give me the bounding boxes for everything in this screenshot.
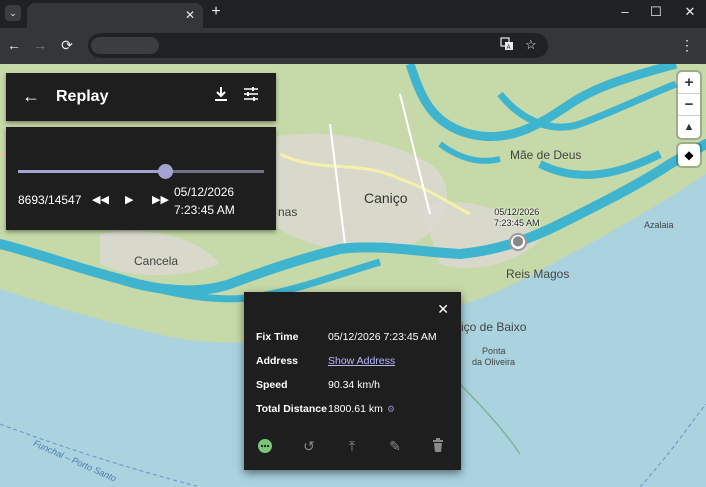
address-bar[interactable]: A ☆ — [88, 33, 548, 58]
replay-slider-thumb[interactable] — [158, 164, 174, 179]
marker-time: 7:23:45 AM — [494, 218, 540, 228]
tab-close-icon[interactable]: ✕ — [185, 8, 195, 22]
replay-refresh-icon[interactable]: ↺ — [300, 438, 318, 455]
position-marker-label: 05/12/2026 7:23:45 AM — [494, 207, 540, 229]
info-value: 1800.61 km — [328, 403, 383, 415]
browser-menu-icon[interactable]: ⋮ — [680, 37, 694, 54]
info-value-with-icon: 1800.61 km ⚙ — [328, 403, 395, 415]
translate-icon[interactable]: A — [500, 37, 514, 54]
zoom-in-button[interactable]: + — [678, 72, 700, 94]
browser-toolbar: ← → ⟳ A ☆ ⋮ — [0, 28, 706, 64]
publish-upload-icon[interactable]: ⤒ — [343, 438, 361, 455]
info-value: 05/12/2026 7:23:45 AM — [328, 331, 437, 343]
close-window-button[interactable]: ✕ — [682, 4, 698, 20]
edit-pencil-icon[interactable]: ✎ — [386, 438, 404, 455]
info-key: Fix Time — [256, 331, 299, 343]
map-label-mae-de-deus: Mãe de Deus — [510, 148, 582, 162]
tab-bar: ⌄ ✕ + – ☐ ✕ — [0, 0, 706, 28]
back-button[interactable]: ← — [6, 37, 22, 53]
map-label-azalaia: Azalaia — [644, 220, 674, 230]
back-arrow-icon[interactable]: ← — [22, 86, 40, 107]
map-label-canico-de-baixo: içо de Baixo — [461, 320, 527, 334]
download-icon[interactable] — [214, 86, 228, 107]
zoom-out-button[interactable]: − — [678, 94, 700, 116]
replay-time: 7:23:45 AM — [174, 203, 235, 217]
more-details-icon[interactable] — [256, 438, 274, 457]
info-key: Speed — [256, 379, 288, 391]
map-label-nas: nas — [278, 205, 298, 219]
compass-reset-button[interactable]: ▲ — [678, 116, 700, 138]
settings-gear-icon[interactable]: ⚙ — [387, 404, 395, 414]
maximize-button[interactable]: ☐ — [648, 4, 664, 20]
info-value: 90.34 km/h — [328, 379, 380, 391]
position-info-popup: ✕ Fix Time 05/12/2026 7:23:45 AM Address… — [244, 292, 461, 470]
replay-title: Replay — [56, 88, 109, 105]
reload-button[interactable]: ⟳ — [59, 37, 75, 54]
marker-date: 05/12/2026 — [494, 207, 540, 217]
replay-counter: 8693/14547 — [18, 193, 82, 207]
popup-actions: ↺ ⤒ ✎ — [244, 436, 461, 458]
zoom-control: + − ▲ — [678, 72, 700, 138]
replay-header: ← Replay — [6, 73, 276, 121]
map-label-reis-magos: Reis Magos — [506, 267, 570, 281]
close-icon[interactable]: ✕ — [437, 301, 449, 318]
info-key: Total Distance — [256, 403, 327, 415]
site-info-chip[interactable] — [91, 37, 159, 54]
position-marker-icon[interactable]: ⬤ — [509, 233, 527, 251]
replay-slider-fill — [18, 170, 166, 173]
replay-controls: 8693/14547 ◀◀ ▶ ▶▶ 05/12/2026 7:23:45 AM — [6, 127, 276, 230]
replay-date: 05/12/2026 — [174, 185, 235, 199]
tune-settings-icon[interactable] — [243, 86, 259, 107]
minimize-button[interactable]: – — [617, 4, 633, 19]
replay-timestamp: 05/12/2026 7:23:45 AM — [174, 183, 235, 219]
tab-search-button[interactable]: ⌄ — [5, 5, 21, 21]
info-key: Address — [256, 355, 299, 367]
show-address-link[interactable]: Show Address — [328, 355, 395, 367]
map-label-da-oliveira: da Oliveira — [472, 357, 516, 367]
map-label-ponta: Ponta — [482, 346, 506, 356]
play-icon[interactable]: ▶ — [125, 193, 133, 206]
rewind-icon[interactable]: ◀◀ — [92, 193, 109, 206]
map-label-canico: Caniço — [364, 190, 408, 206]
browser-tab[interactable]: ✕ — [27, 3, 203, 28]
map-label-cancela: Cancela — [134, 254, 179, 268]
forward-button[interactable]: → — [32, 37, 48, 53]
layers-icon[interactable]: ◆ — [678, 144, 700, 166]
bookmark-star-icon[interactable]: ☆ — [525, 37, 537, 53]
new-tab-button[interactable]: + — [208, 3, 224, 21]
delete-trash-icon[interactable] — [429, 438, 447, 455]
replay-slider[interactable] — [18, 164, 264, 179]
fast-forward-icon[interactable]: ▶▶ — [152, 193, 169, 206]
